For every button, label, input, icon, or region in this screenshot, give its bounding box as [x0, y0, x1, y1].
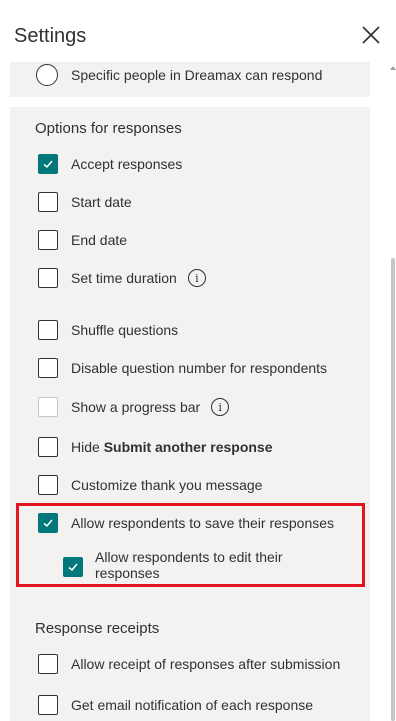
progress-bar-checkbox[interactable]: Show a progress bar i [38, 396, 368, 418]
info-icon[interactable]: i [211, 398, 230, 416]
checkbox-box [38, 695, 58, 715]
disable-question-number-checkbox[interactable]: Disable question number for respondents [38, 357, 368, 379]
checkbox-disabled [38, 397, 58, 417]
checkbox-box [38, 654, 58, 674]
checkbox-label: Show a progress bar [71, 399, 201, 415]
shuffle-questions-checkbox[interactable]: Shuffle questions [38, 319, 368, 341]
checkbox-box [38, 230, 58, 250]
check-icon [43, 519, 53, 528]
checkbox-label: Hide Submit another response [71, 439, 273, 455]
start-date-checkbox[interactable]: Start date [38, 191, 368, 213]
email-notification-checkbox[interactable]: Get email notification of each response [38, 694, 368, 716]
check-icon [43, 160, 53, 169]
checkbox-label: Disable question number for respondents [71, 360, 328, 376]
scroll-up-arrow-icon[interactable] [390, 66, 396, 70]
check-icon [68, 563, 78, 572]
checkbox-label: Allow receipt of responses after submiss… [71, 656, 341, 672]
label-prefix: Hide [71, 439, 104, 455]
checkbox-checked [63, 557, 83, 577]
allow-edit-responses-checkbox[interactable]: Allow respondents to edit their response… [63, 549, 353, 581]
checkbox-label: Allow respondents to save their response… [71, 515, 335, 531]
checkbox-box [38, 192, 58, 212]
options-heading: Options for responses [35, 120, 182, 137]
receipts-heading: Response receipts [35, 620, 160, 637]
checkbox-box [38, 475, 58, 495]
specific-people-label: Specific people in Dreamax can respond [71, 67, 323, 83]
checkbox-checked [38, 154, 58, 174]
checkbox-label: Start date [71, 194, 132, 210]
checkbox-box [38, 437, 58, 457]
checkbox-box [38, 358, 58, 378]
info-icon[interactable]: i [187, 269, 206, 287]
settings-header: Settings [0, 0, 396, 62]
label-bold: Submit another response [103, 439, 273, 455]
checkbox-checked [38, 513, 58, 533]
specific-people-radio[interactable] [36, 64, 58, 86]
close-icon[interactable] [359, 23, 383, 47]
customize-thank-you-checkbox[interactable]: Customize thank you message [38, 474, 368, 496]
set-time-duration-checkbox[interactable]: Set time duration i [38, 267, 368, 289]
checkbox-label: End date [71, 232, 128, 248]
accept-responses-checkbox[interactable]: Accept responses [38, 153, 368, 175]
checkbox-label: Allow respondents to edit their response… [95, 549, 283, 581]
checkbox-label: Set time duration [71, 270, 177, 286]
hide-submit-another-checkbox[interactable]: Hide Submit another response [38, 436, 368, 458]
allow-save-responses-checkbox[interactable]: Allow respondents to save their response… [38, 512, 368, 534]
receipt-after-submission-checkbox[interactable]: Allow receipt of responses after submiss… [38, 653, 368, 675]
scroll-thumb[interactable] [391, 258, 395, 721]
checkbox-label: Shuffle questions [71, 322, 179, 338]
checkbox-label: Customize thank you message [71, 477, 263, 493]
checkbox-label: Accept responses [71, 156, 183, 172]
checkbox-box [38, 320, 58, 340]
checkbox-box [38, 268, 58, 288]
end-date-checkbox[interactable]: End date [38, 229, 368, 251]
checkbox-label: Get email notification of each response [71, 697, 314, 713]
page-title: Settings [14, 25, 87, 47]
scrollbar[interactable] [389, 62, 396, 721]
